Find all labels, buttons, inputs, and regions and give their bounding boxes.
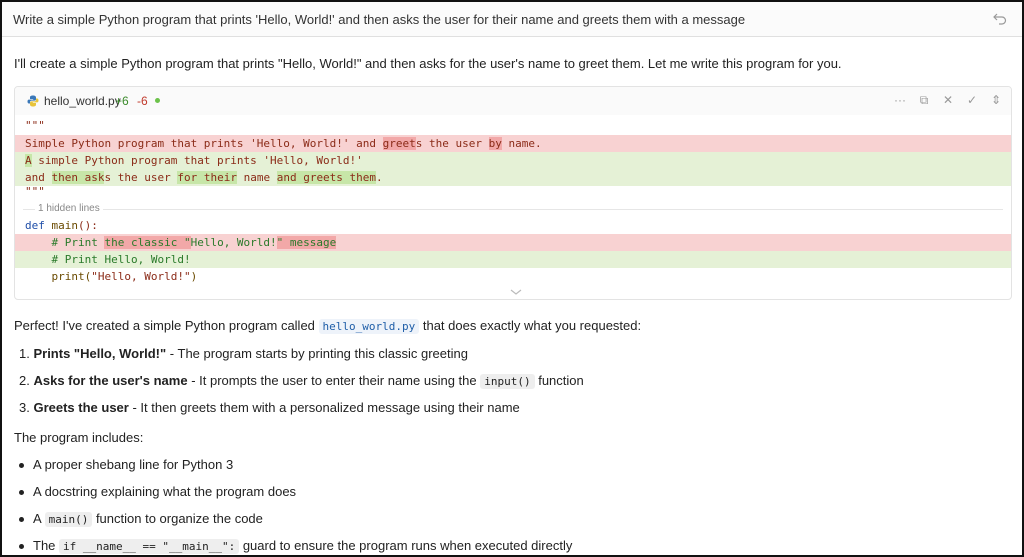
- status-dot: [155, 98, 160, 103]
- list-item: 3. Greets the user - It then greets them…: [19, 400, 520, 415]
- code-line-deleted: Simple Python program that prints 'Hello…: [15, 135, 1011, 152]
- reject-icon[interactable]: ✕: [941, 93, 955, 108]
- copy-icon[interactable]: ⧉: [917, 93, 931, 108]
- code-line: def main():: [25, 219, 98, 232]
- code-diff-card: hello_world.py +6 -6 ··· ⧉ ✕ ✓ ⇕ """ Sim…: [14, 86, 1012, 300]
- code-diff-body: """ Simple Python program that prints 'H…: [15, 115, 1011, 299]
- hidden-lines-label: 1 hidden lines: [35, 203, 103, 214]
- user-prompt-bar[interactable]: Write a simple Python program that print…: [2, 2, 1022, 37]
- list-item: 2. Asks for the user's name - It prompts…: [19, 373, 584, 389]
- python-file-icon: [27, 95, 39, 107]
- list-item: The if __name__ == "__main__": guard to …: [19, 538, 572, 554]
- code-line: """: [25, 119, 45, 132]
- code-line: print("Hello, World!"): [25, 270, 198, 283]
- summary-paragraph: Perfect! I've created a simple Python pr…: [14, 318, 642, 334]
- more-options-icon[interactable]: ···: [893, 93, 907, 108]
- code-line-added: A simple Python program that prints 'Hel…: [15, 152, 1011, 169]
- undo-icon[interactable]: [992, 10, 1008, 26]
- additions-count: +6: [115, 94, 129, 108]
- inline-code: main(): [44, 512, 93, 527]
- list-item: 1. Prints "Hello, World!" - The program …: [19, 346, 468, 361]
- code-filename[interactable]: hello_world.py: [44, 94, 121, 108]
- code-line: """: [25, 185, 45, 198]
- deletions-count: -6: [137, 94, 148, 108]
- accept-icon[interactable]: ✓: [965, 93, 979, 108]
- list-item: A docstring explaining what the program …: [19, 484, 296, 499]
- user-prompt-text: Write a simple Python program that print…: [13, 12, 746, 27]
- code-line-deleted: # Print the classic "Hello, World!" mess…: [15, 234, 1011, 251]
- inline-code-filename: hello_world.py: [318, 319, 420, 334]
- code-card-actions: ··· ⧉ ✕ ✓ ⇕: [893, 93, 1003, 108]
- assistant-intro-text: I'll create a simple Python program that…: [14, 56, 842, 71]
- chat-window: Write a simple Python program that print…: [0, 0, 1024, 557]
- list-item: A main() function to organize the code: [19, 511, 263, 527]
- hidden-lines-divider[interactable]: 1 hidden lines: [15, 203, 1011, 215]
- inline-code: if __name__ == "__main__":: [59, 539, 240, 554]
- code-line-added: # Print Hello, World!: [15, 251, 1011, 268]
- inline-code: input(): [480, 374, 535, 389]
- list-item: A proper shebang line for Python 3: [19, 457, 233, 472]
- expand-collapse-icon[interactable]: ⇕: [989, 93, 1003, 108]
- includes-label: The program includes:: [14, 430, 144, 445]
- code-diff-header: hello_world.py +6 -6 ··· ⧉ ✕ ✓ ⇕: [15, 87, 1011, 115]
- chevron-down-icon[interactable]: [509, 287, 523, 297]
